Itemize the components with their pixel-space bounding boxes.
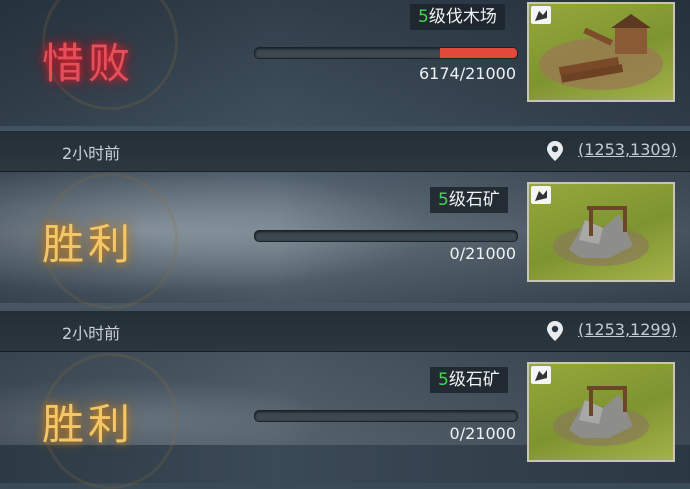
report-card-1[interactable]: 胜利 5级石矿 0/21000 <box>0 171 690 309</box>
map-pin-icon[interactable] <box>545 320 565 342</box>
durability-bar <box>254 230 518 242</box>
target-name: 级石矿 <box>448 190 500 210</box>
report-card-2[interactable]: 胜利 5级石矿 0/21000 <box>0 351 690 489</box>
battle-result-label: 惜败 <box>42 39 135 88</box>
target-thumbnail[interactable] <box>527 362 675 462</box>
durability-bar-fill <box>439 48 517 58</box>
report-time: 2小时前 <box>62 324 121 343</box>
target-label: 5级石矿 <box>430 187 508 213</box>
target-level: 5 <box>418 7 429 27</box>
target-name: 级伐木场 <box>428 7 497 27</box>
durability-bar <box>254 47 518 59</box>
durability-text: 6174/21000 <box>418 64 516 83</box>
map-pin-icon[interactable] <box>545 140 565 162</box>
target-thumbnail[interactable] <box>527 2 675 102</box>
battle-result-label: 胜利 <box>42 400 135 449</box>
durability-bar <box>254 410 518 422</box>
stone-quarry-icon <box>553 386 649 446</box>
target-level: 5 <box>438 190 449 210</box>
target-thumbnail[interactable] <box>527 182 675 282</box>
durability-text: 0/21000 <box>449 244 516 263</box>
target-label: 5级石矿 <box>430 367 508 393</box>
report-header-1: 2小时前 (1253,1309) <box>0 130 690 172</box>
report-card-0[interactable]: 惜败 5级伐木场 6174/21000 <box>0 0 690 126</box>
durability-text: 0/21000 <box>449 424 516 443</box>
stone-quarry-icon <box>553 206 649 266</box>
target-label: 5级伐木场 <box>410 4 505 30</box>
coordinate-link[interactable]: (1253,1299) <box>578 320 677 339</box>
report-time: 2小时前 <box>62 144 121 163</box>
target-name: 级石矿 <box>448 370 500 390</box>
lumber-mill-icon <box>539 14 663 90</box>
battle-result-label: 胜利 <box>42 220 135 269</box>
report-header-2: 2小时前 (1253,1299) <box>0 310 690 352</box>
coordinate-link[interactable]: (1253,1309) <box>578 140 677 159</box>
target-level: 5 <box>438 370 449 390</box>
